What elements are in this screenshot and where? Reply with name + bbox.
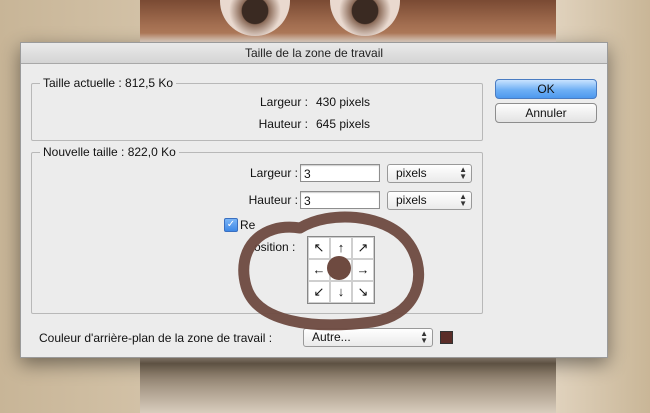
new-width-label: Largeur : bbox=[249, 166, 298, 180]
anchor-top-right[interactable]: ↗ bbox=[352, 237, 374, 259]
ok-button[interactable]: OK bbox=[495, 79, 597, 99]
current-width-value: 430 pixels bbox=[316, 95, 371, 109]
background-color-label: Couleur d'arrière-plan de la zone de tra… bbox=[39, 331, 273, 345]
current-height-value: 645 pixels bbox=[316, 117, 371, 131]
current-size-title: Taille actuelle : 812,5 Ko bbox=[40, 76, 177, 90]
relative-label: Re bbox=[240, 218, 256, 232]
dialog-title: Taille de la zone de travail bbox=[21, 43, 607, 64]
current-width-label: Largeur : bbox=[259, 95, 308, 109]
anchor-top-left[interactable]: ↖ bbox=[308, 237, 330, 259]
new-width-unit-value: pixels bbox=[396, 166, 427, 180]
new-height-unit-select[interactable]: pixels ▲ ▼ bbox=[387, 191, 472, 210]
current-size-group: Taille actuelle : 812,5 Ko Largeur : 430… bbox=[31, 76, 483, 141]
cancel-button[interactable]: Annuler bbox=[495, 103, 597, 123]
new-height-input[interactable]: 3 bbox=[300, 191, 380, 209]
new-size-group: Nouvelle taille : 822,0 Ko Largeur : 3 p… bbox=[31, 145, 483, 314]
new-height-unit-value: pixels bbox=[396, 193, 427, 207]
select-arrows-icon: ▲ ▼ bbox=[420, 329, 428, 345]
new-width-input[interactable]: 3 bbox=[300, 164, 380, 182]
background-color-swatch[interactable] bbox=[440, 331, 453, 344]
anchor-bottom-right[interactable]: ↘ bbox=[352, 281, 374, 303]
new-height-label: Hauteur : bbox=[248, 193, 298, 207]
new-width-unit-select[interactable]: pixels ▲ ▼ bbox=[387, 164, 472, 183]
anchor-right[interactable]: → bbox=[352, 259, 374, 281]
anchor-top[interactable]: ↑ bbox=[330, 237, 352, 259]
anchor-bottom[interactable]: ↓ bbox=[330, 281, 352, 303]
relative-checkbox[interactable]: ✓ bbox=[224, 218, 238, 232]
anchor-left[interactable]: ← bbox=[308, 259, 330, 281]
anchor-bottom-left[interactable]: ↙ bbox=[308, 281, 330, 303]
checkmark-icon: ✓ bbox=[226, 219, 236, 230]
background-color-select[interactable]: Autre... ▲ ▼ bbox=[303, 328, 433, 347]
select-arrows-icon: ▲ ▼ bbox=[459, 165, 467, 181]
anchor-grid: ↖ ↑ ↗ ← → ↙ ↓ ↘ bbox=[307, 236, 375, 304]
canvas-size-dialog: Taille de la zone de travail Taille actu… bbox=[20, 42, 608, 358]
select-arrows-icon: ▲ ▼ bbox=[459, 192, 467, 208]
background-color-value: Autre... bbox=[312, 330, 351, 344]
new-size-title: Nouvelle taille : 822,0 Ko bbox=[40, 145, 179, 159]
anchor-center[interactable] bbox=[330, 259, 352, 281]
current-height-label: Hauteur : bbox=[258, 117, 308, 131]
doll-eye-left bbox=[220, 0, 290, 36]
doll-eye-right bbox=[330, 0, 400, 36]
anchor-position-label: osition : bbox=[254, 240, 296, 254]
